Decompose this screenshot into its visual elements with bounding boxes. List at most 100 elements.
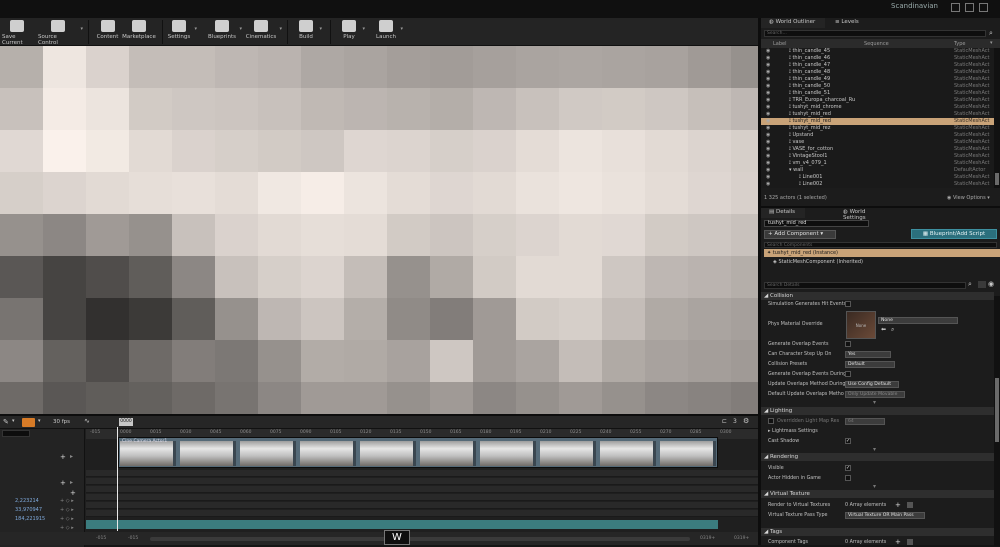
eye-icon[interactable]: ◉ <box>766 160 770 167</box>
chevron-down-icon[interactable]: ▾ <box>990 40 993 46</box>
section-tags[interactable]: ◢ Tags <box>761 528 994 536</box>
expand-advanced-icon[interactable]: ▾ <box>873 484 883 490</box>
eye-icon[interactable]: ◉ <box>766 62 770 69</box>
outliner-row[interactable]: ◉ ⟟ thin_candle_48 StaticMeshAct <box>761 69 994 76</box>
minimize-icon[interactable] <box>951 3 960 12</box>
outliner-row[interactable]: ◉ ▾ wall DefaultActor <box>761 167 994 174</box>
phys-material-thumbnail[interactable]: None <box>846 311 876 339</box>
eye-icon[interactable]: ◉ <box>766 111 770 118</box>
chevron-down-icon[interactable]: ▾ <box>38 418 41 424</box>
key-buttons[interactable]: + ◇ ▸ <box>60 507 74 513</box>
outliner-row[interactable]: ◉ ⟟ thin_candle_46 StaticMeshAct <box>761 55 994 62</box>
eye-icon[interactable]: ◉ <box>766 118 770 125</box>
vt-pass-select[interactable]: Virtual Texture OR Main Pass <box>845 512 925 519</box>
launch-button[interactable]: Launch ▾ <box>374 18 403 46</box>
outliner-search-input[interactable]: Search... <box>764 30 986 37</box>
expand-advanced-icon[interactable]: ▾ <box>873 400 883 406</box>
eye-icon[interactable]: ◉ <box>766 181 770 188</box>
fps-selector[interactable]: 30 fps <box>53 419 70 425</box>
tab-levels[interactable]: ≡ Levels <box>827 18 871 28</box>
add-track-icon[interactable]: + <box>60 453 66 461</box>
tab-world-outliner[interactable]: ◍ World Outliner <box>761 18 825 28</box>
sim-hit-checkbox[interactable] <box>845 301 851 307</box>
outliner-row[interactable]: ◉ ⟟ TRR_Europa_charcoal_Ru StaticMeshAct <box>761 97 994 104</box>
step-up-select[interactable]: Yes <box>845 351 891 358</box>
add-component-button[interactable]: + Add Component ▾ <box>764 230 836 239</box>
close-icon[interactable] <box>979 3 988 12</box>
column-type[interactable]: Type <box>954 41 965 47</box>
default-update-select[interactable]: Only Update Movable <box>845 391 905 398</box>
camera-icon[interactable]: ▸ <box>70 479 73 486</box>
outliner-row[interactable]: ◉ ⟟ tushyt_mid_rez StaticMeshAct <box>761 125 994 132</box>
eye-icon[interactable]: ◉ <box>766 55 770 62</box>
eye-icon[interactable]: ◉ <box>766 48 770 55</box>
pencil-icon[interactable]: ✎ <box>3 418 9 426</box>
eye-icon[interactable]: ◉ <box>766 153 770 160</box>
outliner-row[interactable]: ◉ ⟟ thin_candle_50 StaticMeshAct <box>761 83 994 90</box>
marketplace-button[interactable]: Marketplace <box>122 18 156 46</box>
add-element-icon[interactable]: + <box>895 501 901 509</box>
add-track-icon[interactable]: + <box>70 489 76 497</box>
key-buttons[interactable]: + ◇ ▸ <box>60 516 74 522</box>
section-virtual-texture[interactable]: ◢ Virtual Texture <box>761 490 994 498</box>
component-row[interactable]: ◈ StaticMeshComponent (Inherited) <box>773 259 863 265</box>
visible-checkbox[interactable]: ✓ <box>845 465 851 471</box>
camera-shot-section[interactable]: Cine Camera Actor1 <box>118 437 718 468</box>
range-end[interactable]: 0319+ <box>734 536 749 541</box>
outliner-row[interactable]: ◉ ⟟ thin_candle_51 StaticMeshAct <box>761 90 994 97</box>
source-control-button[interactable]: Source Control ▾ <box>38 18 83 46</box>
track-row[interactable] <box>86 470 758 477</box>
add-track-icon[interactable]: + <box>60 479 66 487</box>
cinematics-button[interactable]: Cinematics ▾ <box>245 18 282 46</box>
view-options-button[interactable]: ◉ View Options ▾ <box>947 195 990 201</box>
outliner-row[interactable]: ◉ ⟟ thin_candle_47 StaticMeshAct <box>761 62 994 69</box>
overlap-streaming-checkbox[interactable] <box>845 371 851 377</box>
key-buttons[interactable]: + ◇ ▸ <box>60 525 74 531</box>
outliner-row[interactable]: ◉ ⟟ thin_candle_45 StaticMeshAct <box>761 48 994 55</box>
outliner-row[interactable]: ◉ ⟟ Line002 StaticMeshAct <box>761 181 994 188</box>
transform-value[interactable]: 184,221915 <box>15 516 45 522</box>
maximize-icon[interactable] <box>965 3 974 12</box>
scroll-thumb[interactable] <box>995 173 999 185</box>
outliner-row[interactable]: ◉ ⟟ tushyt_mid_red StaticMeshAct <box>761 118 994 125</box>
lightmap-res-input[interactable]: 64 <box>845 418 885 425</box>
search-icon[interactable]: ⌕ <box>989 29 993 38</box>
play-button[interactable]: Play ▾ <box>338 18 365 46</box>
blueprints-button[interactable]: Blueprints ▾ <box>207 18 242 46</box>
settings-button[interactable]: Settings ▾ <box>166 18 197 46</box>
outliner-row[interactable]: ◉ ⟟ Upstand StaticMeshAct <box>761 132 994 139</box>
outliner-row[interactable]: ◉ ⟟ tushyt_mid_red StaticMeshAct <box>761 111 994 118</box>
outliner-row[interactable]: ◉ ⟟ tushyt_mid_chrome StaticMeshAct <box>761 104 994 111</box>
outliner-row[interactable]: ◉ ⟟ Line001 StaticMeshAct <box>761 174 994 181</box>
current-frame-badge[interactable]: 0000 <box>119 418 133 426</box>
eye-icon[interactable]: ◉ <box>766 69 770 76</box>
eye-icon[interactable]: ◉ <box>766 90 770 97</box>
eye-icon[interactable]: ◉ <box>766 174 770 181</box>
eye-icon[interactable]: ◉ <box>766 167 770 174</box>
section-rendering[interactable]: ◢ Rendering <box>761 453 994 461</box>
eye-icon[interactable]: ◉ <box>766 139 770 146</box>
lightmap-override-checkbox[interactable] <box>768 418 774 424</box>
build-button[interactable]: Build ▾ <box>295 18 322 46</box>
settings-gear-icon[interactable]: ⚙ <box>743 417 749 425</box>
column-sequence[interactable]: Sequence <box>864 41 889 47</box>
tab-world-settings[interactable]: ◍ World Settings <box>835 208 895 221</box>
track-row[interactable] <box>86 510 758 517</box>
cast-shadow-checkbox[interactable]: ✓ <box>845 438 851 444</box>
gen-overlap-checkbox[interactable] <box>845 341 851 347</box>
save-current-button[interactable]: Save Current <box>2 18 32 46</box>
transform-value[interactable]: 33,970947 <box>15 507 42 513</box>
outliner-row[interactable]: ◉ ⟟ vase StaticMeshAct <box>761 139 994 146</box>
eye-icon[interactable]: ◉ <box>766 132 770 139</box>
view-start[interactable]: -015 <box>128 536 138 541</box>
key-buttons[interactable]: + ◇ ▸ <box>60 498 74 504</box>
snap-magnet-icon[interactable] <box>22 418 35 427</box>
section-lighting[interactable]: ◢ Lighting <box>761 407 994 415</box>
property-matrix-icon[interactable] <box>978 281 986 288</box>
eye-icon[interactable]: ◉ <box>766 104 770 111</box>
outliner-row[interactable]: ◉ ⟟ vm_v4_079_1 StaticMeshAct <box>761 160 994 167</box>
outliner-row[interactable]: ◉ ⟟ thin_candle_49 StaticMeshAct <box>761 76 994 83</box>
track-search-input[interactable] <box>2 430 30 437</box>
hidden-in-game-checkbox[interactable] <box>845 475 851 481</box>
update-overlaps-select[interactable]: Use Config Default <box>845 381 899 388</box>
